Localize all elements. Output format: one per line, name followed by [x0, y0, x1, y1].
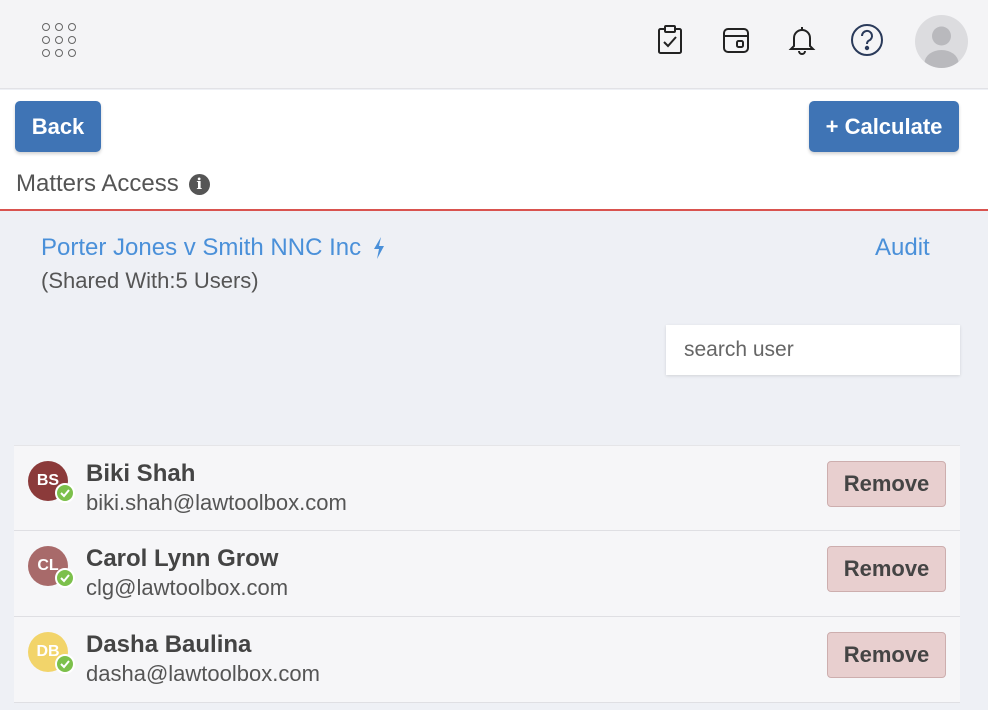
matter-name-text: Porter Jones v Smith NNC Inc: [41, 234, 362, 261]
top-bar: [0, 0, 988, 89]
audit-link[interactable]: Audit: [875, 234, 930, 262]
verified-check-icon: [55, 654, 75, 674]
lightning-bolt-icon: [374, 237, 385, 259]
matter-name-link[interactable]: Porter Jones v Smith NNC Inc: [41, 234, 387, 262]
user-row: CL Carol Lynn Grow clg@lawtoolbox.com Re…: [14, 531, 960, 617]
user-row: BS Biki Shah biki.shah@lawtoolbox.com Re…: [14, 445, 960, 531]
apps-grid-icon[interactable]: [42, 23, 80, 59]
user-name: Dasha Baulina: [86, 631, 252, 658]
user-row: DB Dasha Baulina dasha@lawtoolbox.com Re…: [14, 617, 960, 703]
user-email: clg@lawtoolbox.com: [86, 575, 289, 600]
clipboard-check-icon[interactable]: [653, 22, 687, 58]
page-title-text: Matters Access: [16, 170, 179, 197]
help-icon[interactable]: [850, 22, 884, 58]
header-panel: Back + Calculate Matters Access i: [0, 90, 988, 211]
page-title: Matters Access i: [16, 170, 210, 198]
user-avatar-icon[interactable]: [915, 15, 968, 68]
user-name: Carol Lynn Grow: [86, 545, 279, 572]
calculate-button[interactable]: + Calculate: [809, 101, 959, 152]
remove-user-button[interactable]: Remove: [827, 546, 946, 592]
remove-user-button[interactable]: Remove: [827, 632, 946, 678]
bell-icon[interactable]: [785, 22, 819, 58]
search-user-input[interactable]: [666, 325, 960, 375]
calendar-icon[interactable]: [719, 22, 753, 58]
shared-with-count: (Shared With:5 Users): [41, 268, 259, 293]
remove-user-button[interactable]: Remove: [827, 461, 946, 507]
back-button[interactable]: Back: [15, 101, 101, 152]
user-email: biki.shah@lawtoolbox.com: [86, 490, 347, 515]
user-name: Biki Shah: [86, 460, 196, 487]
user-list: BS Biki Shah biki.shah@lawtoolbox.com Re…: [14, 445, 960, 703]
info-icon[interactable]: i: [188, 173, 210, 195]
user-email: dasha@lawtoolbox.com: [86, 661, 320, 686]
verified-check-icon: [55, 483, 75, 503]
verified-check-icon: [55, 568, 75, 588]
